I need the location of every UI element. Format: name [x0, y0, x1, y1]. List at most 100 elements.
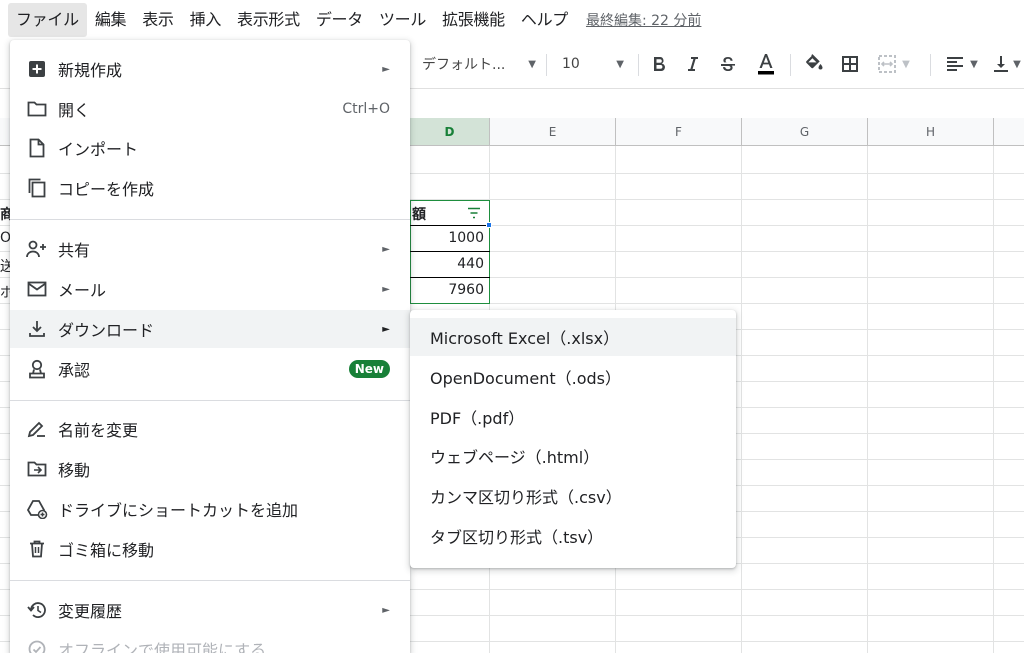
menu-item-open[interactable]: 開く Ctrl+O: [10, 90, 410, 128]
toolbar-divider: [930, 54, 931, 76]
chevron-down-icon: ▼: [970, 58, 978, 70]
grid-line: [867, 146, 868, 653]
download-icon: [26, 318, 48, 340]
menu-item-make-offline: オフラインで使用可能にする: [10, 630, 410, 653]
download-xlsx[interactable]: Microsoft Excel（.xlsx）: [410, 318, 736, 356]
menu-insert[interactable]: 挿入: [182, 3, 229, 37]
menu-item-approvals[interactable]: 承認 New: [10, 350, 410, 388]
cell-border: [410, 225, 490, 226]
chevron-down-icon: ▼: [616, 58, 624, 70]
menu-item-move[interactable]: 移動: [10, 450, 410, 488]
font-family-select[interactable]: デフォルト... ▼: [418, 50, 540, 78]
menu-divider: [10, 219, 410, 220]
value-cell[interactable]: 1000: [410, 230, 490, 246]
person-add-icon: [26, 238, 48, 260]
value-cell[interactable]: 7960: [410, 282, 490, 298]
text-color-icon[interactable]: [752, 50, 780, 78]
font-size-select[interactable]: 10 ▼: [556, 50, 630, 78]
menu-item-trash[interactable]: ゴミ箱に移動: [10, 530, 410, 568]
menu-item-version-history[interactable]: 変更履歴 ►: [10, 591, 410, 629]
cell-border: [410, 277, 490, 278]
menu-edit[interactable]: 編集: [87, 3, 134, 37]
font-size-value: 10: [562, 56, 580, 72]
menu-data[interactable]: データ: [308, 3, 371, 37]
menu-extensions[interactable]: 拡張機能: [434, 3, 513, 37]
selection-handle[interactable]: [486, 222, 492, 228]
submenu-arrow-icon: ►: [382, 323, 390, 335]
partial-cell: O: [0, 230, 10, 246]
trash-icon: [26, 538, 48, 560]
menu-item-make-copy[interactable]: コピーを作成: [10, 169, 410, 207]
font-family-value: デフォルト...: [422, 57, 506, 73]
grid-line: [741, 146, 742, 653]
menu-item-share[interactable]: 共有 ►: [10, 230, 410, 268]
column-header-g[interactable]: G: [742, 118, 868, 146]
bold-icon[interactable]: [648, 50, 670, 78]
submenu-arrow-icon: ►: [382, 243, 390, 255]
menu-item-email[interactable]: メール ►: [10, 270, 410, 308]
toolbar-divider: [790, 54, 791, 76]
strikethrough-icon[interactable]: [716, 50, 740, 78]
folder-icon: [26, 98, 48, 120]
menu-item-rename[interactable]: 名前を変更: [10, 410, 410, 448]
menu-tools[interactable]: ツール: [371, 3, 434, 37]
menu-format[interactable]: 表示形式: [229, 3, 308, 37]
toolbar-divider: [546, 54, 547, 76]
last-edit-link[interactable]: 最終編集: 22 分前: [586, 10, 701, 30]
move-icon: [26, 458, 48, 480]
value-cell[interactable]: 440: [410, 256, 490, 272]
partial-cell: 送: [0, 259, 10, 275]
download-pdf[interactable]: PDF（.pdf）: [410, 398, 736, 436]
column-header-f[interactable]: F: [616, 118, 742, 146]
file-icon: [26, 137, 48, 159]
menu-help[interactable]: ヘルプ: [513, 3, 576, 37]
file-menu: 新規作成 ► 開く Ctrl+O インポート コピーを作成 共有 ► メール ►…: [10, 40, 410, 653]
partial-cell: ボ: [0, 285, 10, 301]
approval-icon: [26, 358, 48, 380]
chevron-down-icon: ▼: [528, 58, 536, 70]
cell-border: [410, 251, 490, 252]
italic-icon[interactable]: [682, 50, 704, 78]
rename-icon: [26, 418, 48, 440]
download-tsv[interactable]: タブ区切り形式（.tsv）: [410, 517, 736, 555]
download-ods[interactable]: OpenDocument（.ods）: [410, 358, 736, 396]
drive-shortcut-icon: [26, 498, 48, 520]
menu-file[interactable]: ファイル: [8, 3, 87, 37]
fill-color-icon[interactable]: [802, 50, 826, 78]
menu-view[interactable]: 表示: [134, 3, 181, 37]
shortcut-open: Ctrl+O: [342, 101, 390, 117]
menu-item-new[interactable]: 新規作成 ►: [10, 50, 410, 88]
submenu-arrow-icon: ►: [382, 283, 390, 295]
menu-divider: [10, 400, 410, 401]
download-html[interactable]: ウェブページ（.html）: [410, 437, 736, 475]
offline-icon: [26, 638, 48, 653]
column-header-h[interactable]: H: [868, 118, 994, 146]
menu-bar: ファイル 編集 表示 挿入 表示形式 データ ツール 拡張機能 ヘルプ 最終編集…: [0, 0, 1024, 40]
column-header-e[interactable]: E: [490, 118, 616, 146]
menu-item-import[interactable]: インポート: [10, 129, 410, 167]
new-badge: New: [348, 360, 390, 378]
partial-cell: 商: [0, 207, 10, 223]
filter-icon[interactable]: [467, 207, 481, 219]
header-cell[interactable]: 額: [410, 204, 450, 224]
submenu-arrow-icon: ►: [382, 63, 390, 75]
menu-item-add-shortcut[interactable]: ドライブにショートカットを追加: [10, 490, 410, 528]
download-submenu: Microsoft Excel（.xlsx） OpenDocument（.ods…: [410, 310, 736, 568]
chevron-down-icon: ▼: [902, 58, 910, 70]
mail-icon: [26, 278, 48, 300]
column-header-i[interactable]: [994, 118, 1024, 146]
submenu-arrow-icon: ►: [382, 604, 390, 616]
toolbar-divider: [638, 54, 639, 76]
history-icon: [26, 599, 48, 621]
column-header-d[interactable]: D: [410, 118, 490, 146]
menu-item-download[interactable]: ダウンロード ►: [10, 310, 410, 348]
vertical-align-icon[interactable]: ▼: [990, 50, 1024, 78]
merge-cells-icon[interactable]: ▼: [874, 50, 914, 78]
align-left-icon[interactable]: ▼: [942, 50, 982, 78]
download-csv[interactable]: カンマ区切り形式（.csv）: [410, 477, 736, 515]
chevron-down-icon: ▼: [1013, 58, 1021, 70]
borders-icon[interactable]: [838, 50, 862, 78]
copy-icon: [26, 177, 48, 199]
add-box-icon: [26, 58, 48, 80]
menu-divider: [10, 580, 410, 581]
